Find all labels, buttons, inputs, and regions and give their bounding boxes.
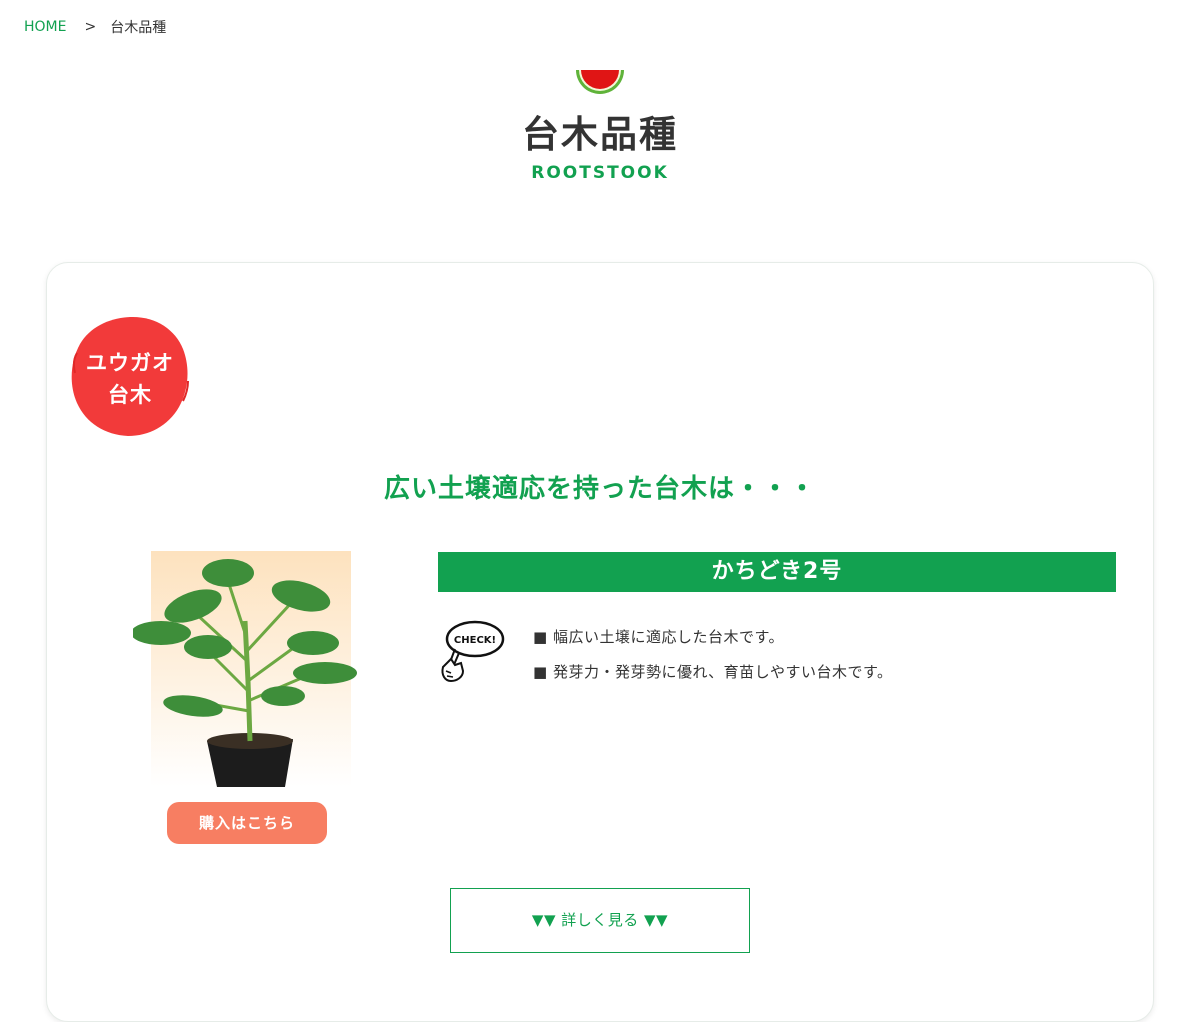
page-title: 台木品種 xyxy=(522,113,678,156)
feature-list: ■ 幅広い土壌に適応した台木です。 ■ 発芽力・発芽勢に優れ、育苗しやすい台木で… xyxy=(533,627,892,697)
check-pointing-hand-icon: CHECK! xyxy=(437,619,507,685)
buy-button[interactable]: 購入はこちら xyxy=(167,802,327,844)
breadcrumb-home-link[interactable]: HOME xyxy=(24,19,66,35)
view-details-button[interactable]: ▼▼ 詳しく見る ▼▼ xyxy=(450,888,750,953)
feature-item: ■ 幅広い土壌に適応した台木です。 xyxy=(533,628,784,646)
catchphrase: 広い土壌適応を持った台木は・・・ xyxy=(383,474,816,504)
badge-line2: 台木 xyxy=(108,383,152,407)
variety-name: かちどき2号 xyxy=(438,552,1116,592)
watermelon-icon xyxy=(576,58,624,94)
breadcrumb: HOME > 台木品種 xyxy=(24,17,166,37)
breadcrumb-separator: > xyxy=(84,19,97,35)
check-label: CHECK! xyxy=(454,635,496,646)
rootstock-card: ユウガオ 台木 広い土壌適応を持った台木は・・・ 購入はこちら かちどき2号 C… xyxy=(46,262,1154,1022)
page-subtitle: ROOTSTOOK xyxy=(531,163,669,183)
feature-item: ■ 発芽力・発芽勢に優れ、育苗しやすい台木です。 xyxy=(533,663,893,681)
potted-seedling-image xyxy=(131,551,359,787)
category-badge: ユウガオ 台木 xyxy=(71,315,189,437)
breadcrumb-current: 台木品種 xyxy=(110,20,167,36)
badge-line1: ユウガオ xyxy=(86,351,174,375)
